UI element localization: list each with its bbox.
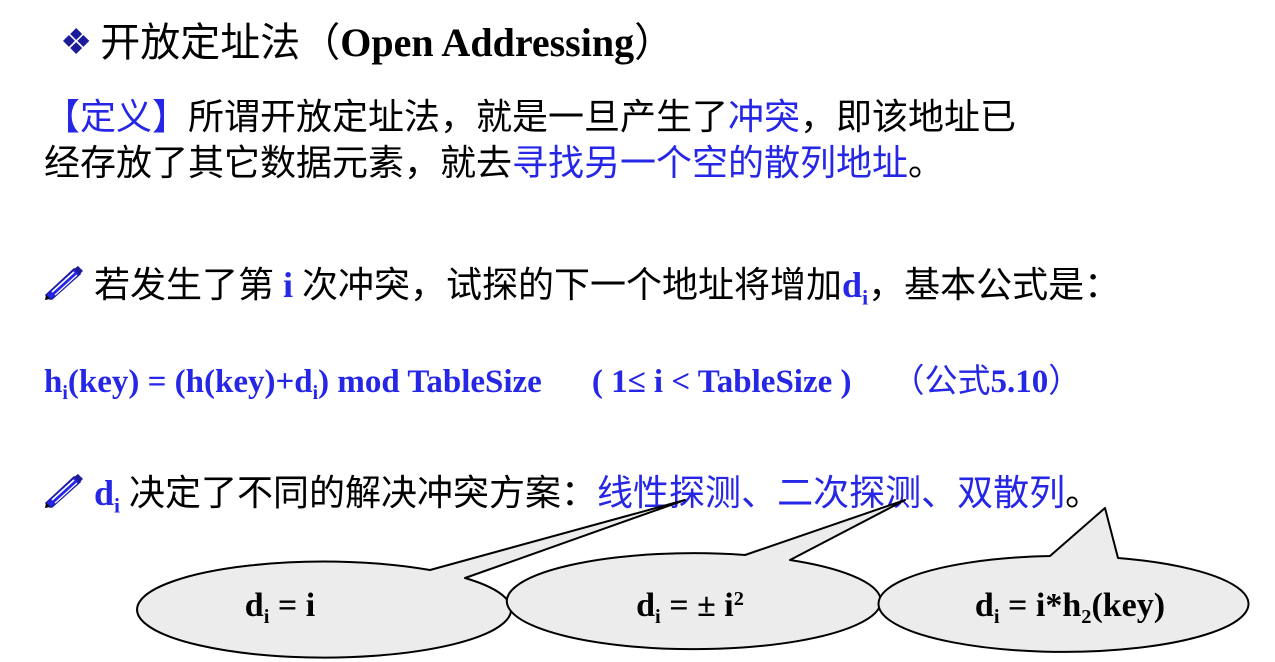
callout-bubbles [136,499,1250,659]
bubble-3-h-subscript: 2 [1081,606,1092,629]
bubble-2-expr: = ± i [660,587,734,624]
bubble-2-d: d [636,587,656,624]
callout-bubble-2 [505,499,906,651]
callout-bubble-3 [877,507,1250,653]
bubble-1-expr: = i [269,587,316,624]
bubble-1-d: d [244,587,264,624]
bubble-text-quadratic: di = ± i2 [570,586,810,627]
bubble-3-tail: (key) [1091,587,1166,624]
bubble-2-superscript: 2 [733,587,744,610]
bubble-3-d: d [974,587,994,624]
bubble-3-expr: = i*h [999,587,1082,624]
bubble-text-linear: di = i [190,586,370,627]
bubble-text-double-hash: di = i*h2(key) [930,586,1210,629]
